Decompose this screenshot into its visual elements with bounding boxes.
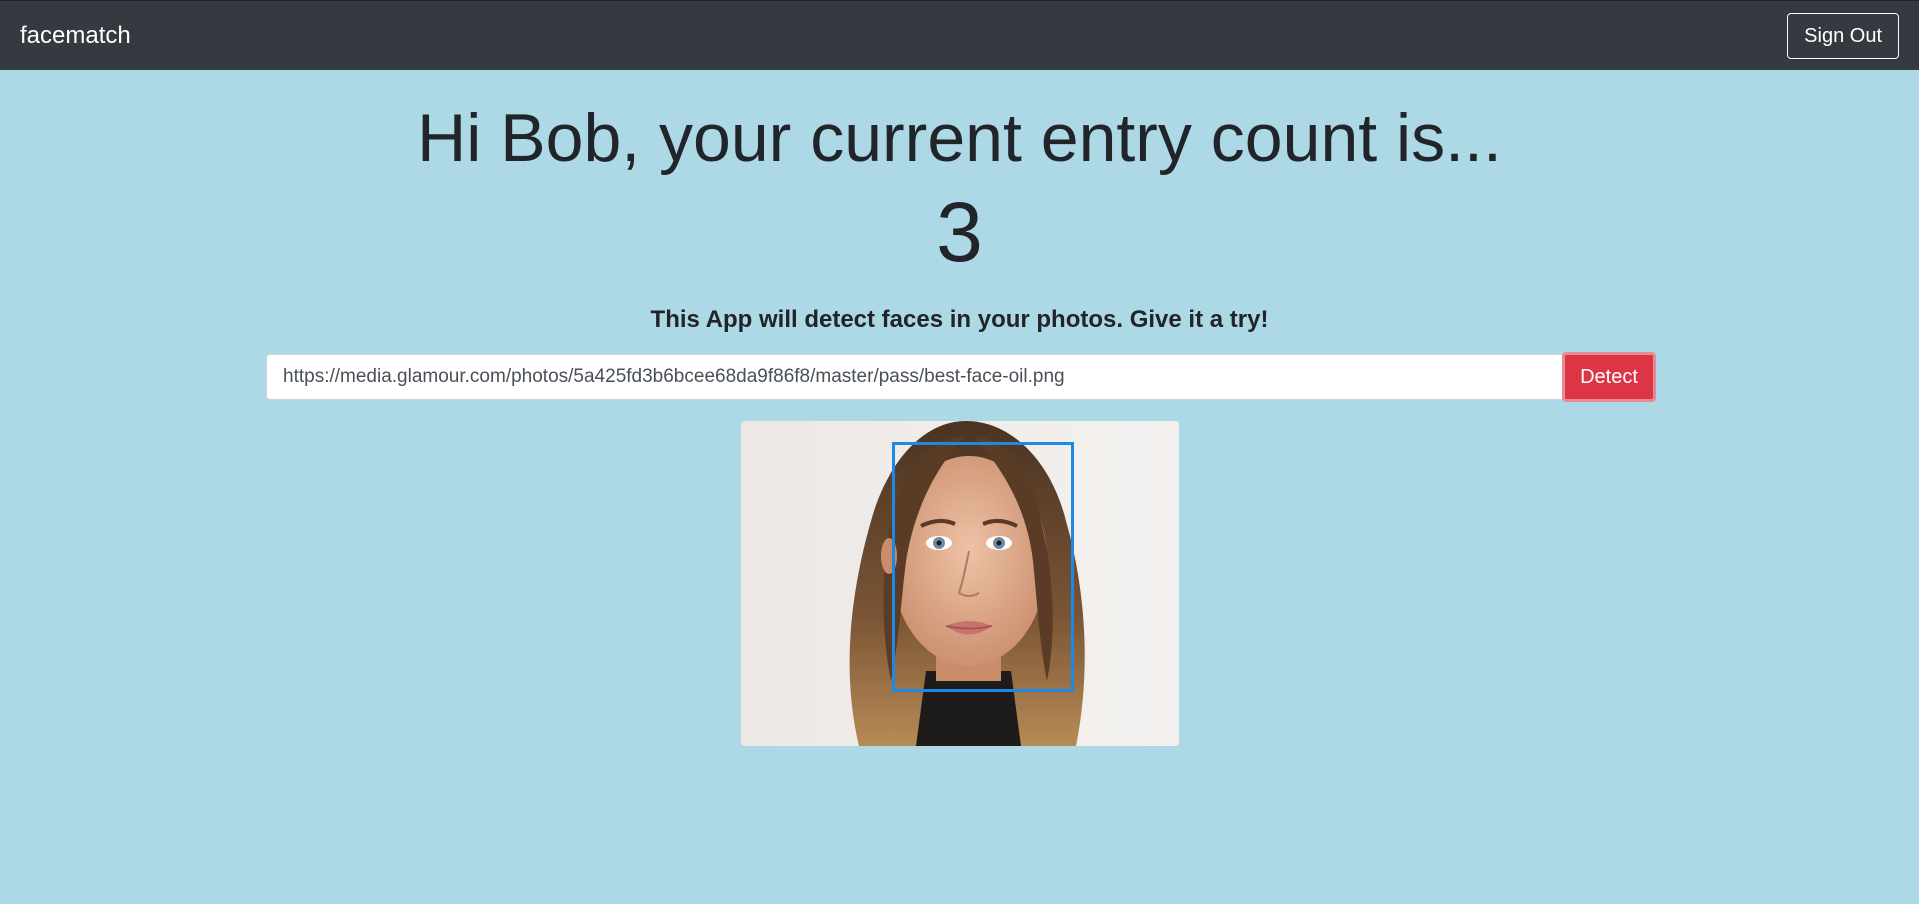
entry-count: 3 [936,185,983,279]
detect-button[interactable]: Detect [1562,352,1656,402]
brand-logo[interactable]: facematch [20,21,131,51]
navbar: facematch Sign Out [0,0,1919,70]
sign-out-button[interactable]: Sign Out [1787,13,1899,59]
face-detection-box [892,442,1074,692]
image-url-input[interactable] [266,354,1562,400]
greeting-heading: Hi Bob, your current entry count is... [417,100,1502,176]
tagline: This App will detect faces in your photo… [650,306,1269,333]
result-image [741,421,1179,746]
